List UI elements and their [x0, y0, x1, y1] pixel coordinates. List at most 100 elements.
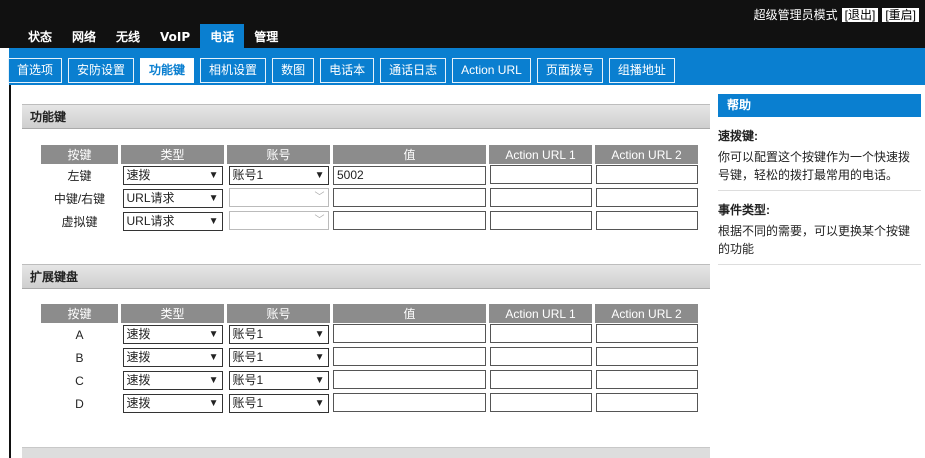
- chevron-down-icon: ▼: [208, 216, 219, 227]
- type-value: 速拨: [126, 373, 151, 387]
- chevron-down-icon: ▼: [314, 170, 325, 181]
- type-select[interactable]: URL请求 ▼: [122, 189, 223, 208]
- help-item-title: 速拨键:: [718, 129, 758, 143]
- type-select[interactable]: 速拨 ▼: [122, 325, 223, 344]
- key-label: 虚拟键: [61, 215, 98, 229]
- chevron-down-icon: ﹀: [314, 214, 325, 226]
- col-key: 按键: [41, 304, 118, 323]
- account-select: ﹀: [228, 210, 329, 230]
- key-label: D: [75, 396, 84, 411]
- value-input[interactable]: [333, 323, 486, 343]
- account-value: 账号1: [232, 168, 264, 182]
- account-select[interactable]: 账号1 ▼: [228, 325, 329, 344]
- chevron-down-icon: ▼: [208, 193, 219, 204]
- account-select[interactable]: 账号1 ▼: [228, 394, 329, 413]
- sub-tab-action-url[interactable]: Action URL: [452, 58, 531, 83]
- account-select[interactable]: 账号1 ▼: [228, 348, 329, 367]
- chevron-down-icon: ﹀: [314, 191, 325, 203]
- col-action-url-2: Action URL 2: [595, 304, 698, 323]
- sub-tab-preferences[interactable]: 首选项: [8, 58, 63, 83]
- main-tab-wireless[interactable]: 无线: [106, 27, 150, 48]
- col-action-url-1: Action URL 1: [489, 304, 592, 323]
- chevron-down-icon: ▼: [314, 398, 325, 409]
- type-select[interactable]: 速拨 ▼: [122, 166, 223, 185]
- account-select[interactable]: 账号1 ▼: [228, 371, 329, 390]
- col-action-url-2: Action URL 2: [595, 145, 698, 164]
- left-border: [9, 85, 11, 458]
- main-tab-voip[interactable]: VoIP: [150, 27, 200, 48]
- action-url-2-input[interactable]: [595, 323, 698, 343]
- value-input[interactable]: [333, 187, 486, 207]
- action-url-2-input[interactable]: [595, 164, 698, 184]
- col-account: 账号: [227, 145, 330, 164]
- help-panel: 帮助 速拨键: 你可以配置这个按键作为一个快速拨号键，轻松的拨打最常用的电话。 …: [718, 94, 921, 265]
- sub-tab-multicast[interactable]: 组播地址: [608, 58, 675, 83]
- action-url-1-input[interactable]: [489, 323, 592, 343]
- value-input[interactable]: 5002: [333, 166, 486, 185]
- table-row: B 速拨 ▼ 账号1 ▼: [41, 346, 698, 369]
- action-url-2-input[interactable]: [595, 392, 698, 412]
- col-account: 账号: [227, 304, 330, 323]
- chevron-down-icon: ▼: [314, 352, 325, 363]
- account-value: 账号1: [232, 396, 264, 410]
- value-input[interactable]: [333, 392, 486, 412]
- type-select[interactable]: URL请求 ▼: [122, 212, 223, 231]
- help-header: 帮助: [718, 94, 921, 117]
- col-key: 按键: [41, 145, 118, 164]
- sub-tab-call-log[interactable]: 通话日志: [380, 58, 447, 83]
- sub-tab-function-keys[interactable]: 功能键: [140, 58, 195, 83]
- main-nav: 状态 网络 无线 VoIP 电话 管理: [18, 24, 288, 48]
- key-label: 中键/右键: [53, 192, 106, 206]
- value-input[interactable]: [333, 346, 486, 366]
- key-label: 左键: [67, 169, 92, 183]
- account-select[interactable]: 账号1 ▼: [228, 166, 329, 185]
- sub-tab-page-dial[interactable]: 页面拨号: [536, 58, 603, 83]
- type-select[interactable]: 速拨 ▼: [122, 348, 223, 367]
- type-select[interactable]: 速拨 ▼: [122, 394, 223, 413]
- chevron-down-icon: ▼: [314, 329, 325, 340]
- col-value: 值: [333, 304, 486, 323]
- action-url-2-input[interactable]: [595, 187, 698, 207]
- function-keys-table: 按键 类型 账号 值 Action URL 1 Action URL 2 左键 …: [38, 145, 701, 233]
- table-row: 左键 速拨 ▼ 账号1 ▼ 5002: [41, 164, 698, 187]
- action-url-1-input[interactable]: [489, 369, 592, 389]
- main-tab-admin[interactable]: 管理: [244, 27, 288, 48]
- reboot-link[interactable]: [重启]: [882, 8, 919, 22]
- help-item-desc: 你可以配置这个按键作为一个快速拨号键，轻松的拨打最常用的电话。: [718, 150, 911, 182]
- value-input[interactable]: [333, 210, 486, 230]
- key-label: B: [75, 350, 84, 365]
- sub-tab-security[interactable]: 安防设置: [68, 58, 135, 83]
- extension-keypad-table: 按键 类型 账号 值 Action URL 1 Action URL 2 A 速…: [38, 304, 701, 415]
- chevron-down-icon: ▼: [314, 375, 325, 386]
- action-url-2-input[interactable]: [595, 346, 698, 366]
- col-type: 类型: [121, 304, 224, 323]
- bottom-action-bar: [22, 447, 710, 458]
- function-keys-header: 功能键: [22, 104, 710, 129]
- type-value: URL请求: [126, 214, 175, 228]
- chevron-down-icon: ▼: [208, 398, 219, 409]
- logout-link[interactable]: [退出]: [841, 8, 879, 22]
- action-url-2-input[interactable]: [595, 369, 698, 389]
- action-url-2-input[interactable]: [595, 210, 698, 230]
- action-url-1-input[interactable]: [489, 164, 592, 184]
- sub-tab-dial-plan[interactable]: 数图: [272, 58, 315, 83]
- admin-mode-label: 超级管理员模式: [753, 8, 838, 22]
- main-tab-network[interactable]: 网络: [62, 27, 106, 48]
- value-input[interactable]: [333, 369, 486, 389]
- action-url-1-input[interactable]: [489, 392, 592, 412]
- chevron-down-icon: ▼: [208, 329, 219, 340]
- main-tab-phone[interactable]: 电话: [200, 24, 245, 48]
- chevron-down-icon: ▼: [208, 375, 219, 386]
- action-url-1-input[interactable]: [489, 346, 592, 366]
- sub-tab-phonebook[interactable]: 电话本: [320, 58, 375, 83]
- chevron-down-icon: ▼: [208, 170, 219, 181]
- type-select[interactable]: 速拨 ▼: [122, 371, 223, 390]
- action-url-1-input[interactable]: [489, 210, 592, 230]
- account-value: 账号1: [232, 350, 264, 364]
- action-url-1-input[interactable]: [489, 187, 592, 207]
- sub-tab-camera[interactable]: 相机设置: [200, 58, 267, 83]
- main-tab-status[interactable]: 状态: [18, 27, 62, 48]
- help-divider: [718, 264, 921, 265]
- help-item-desc: 根据不同的需要，可以更换某个按键的功能: [718, 224, 911, 256]
- account-value: 账号1: [232, 327, 264, 341]
